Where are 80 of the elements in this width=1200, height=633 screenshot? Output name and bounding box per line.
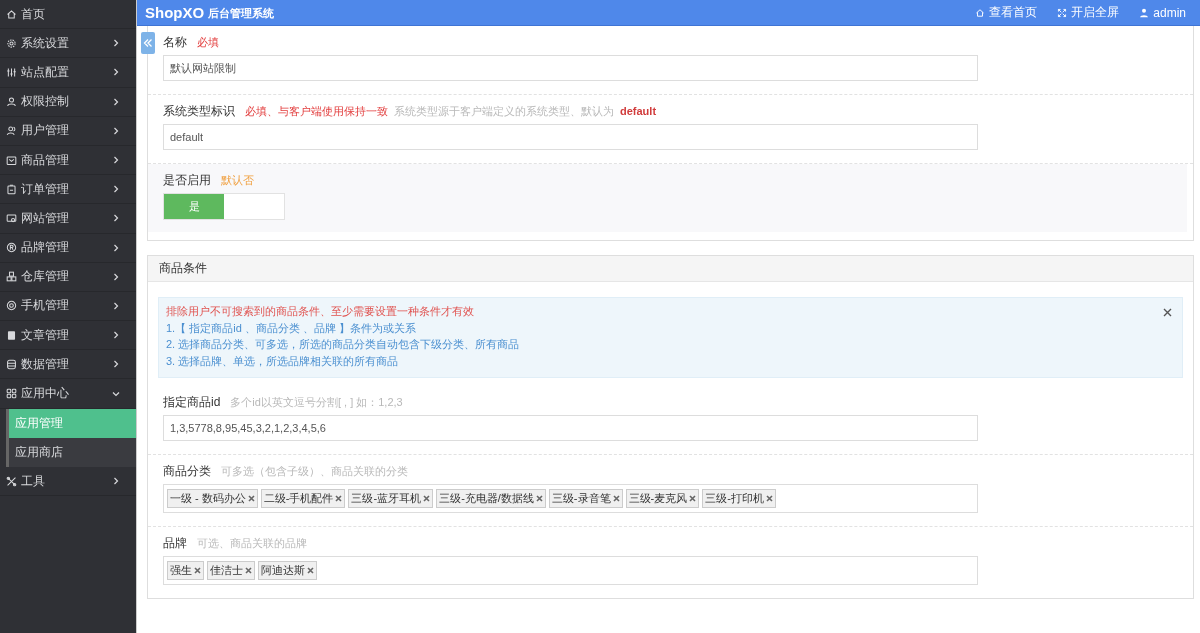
remove-icon[interactable] <box>335 495 343 502</box>
house-icon <box>6 8 17 20</box>
field-note: 可选、商品关联的品牌 <box>197 536 307 551</box>
field-note: 可多选（包含子级）、商品关联的分类 <box>221 464 408 479</box>
remove-icon[interactable] <box>612 495 620 502</box>
chevron-icon <box>112 389 120 398</box>
app-subtitle: 后台管理系统 <box>208 6 275 21</box>
field-label: 商品分类 <box>163 463 211 480</box>
remove-icon[interactable] <box>307 567 314 574</box>
input-field[interactable]: 1,3,5778,8,95,45,3,2,1,2,3,4,5,6 <box>163 415 978 441</box>
tag-chip[interactable]: 一级 - 数码办公 <box>167 489 258 508</box>
person-icon <box>6 96 17 108</box>
tag-select-field[interactable]: 强生 佳洁士 阿迪达斯 <box>163 556 978 585</box>
notice-line: 1.【 指定商品id 、商品分类 、品牌 】条件为或关系 <box>166 320 416 336</box>
field-label: 名称 <box>163 34 187 51</box>
clipboard-icon <box>6 183 17 195</box>
tag-chip[interactable]: 阿迪达斯 <box>258 561 317 580</box>
user-icon <box>1139 7 1150 18</box>
expand-arrows-icon <box>1057 7 1068 18</box>
field-label: 系统类型标识 <box>163 103 235 120</box>
field-label: 是否启用 <box>163 172 211 189</box>
chevron-icon <box>112 214 120 223</box>
chevron-icon <box>112 68 120 77</box>
tag-chip[interactable]: 三级-麦克风 <box>625 489 700 508</box>
close-icon <box>1163 308 1172 317</box>
chevron-icon <box>112 360 120 369</box>
notice-line: 2. 选择商品分类、可多选，所选的商品分类自动包含下级分类、所有商品 <box>166 337 520 352</box>
chevron-icon <box>112 272 120 281</box>
chevron-icon <box>112 39 120 48</box>
input-field[interactable]: 默认网站限制 <box>163 55 978 81</box>
ring-icon <box>6 300 17 312</box>
sidebar-submenu-item[interactable]: 应用商店 <box>9 437 136 467</box>
chevron-icon <box>112 331 120 340</box>
chevron-icon <box>112 477 120 486</box>
tag-chip[interactable]: 三级-录音笔 <box>548 489 623 508</box>
boxes-icon <box>6 271 17 283</box>
input-field[interactable]: default <box>163 124 978 150</box>
people-icon <box>6 125 17 137</box>
chevron-icon <box>112 185 120 194</box>
tag-chip[interactable]: 三级-打印机 <box>702 489 776 508</box>
remove-icon[interactable] <box>245 567 252 574</box>
remove-icon[interactable] <box>765 495 773 502</box>
notice-line: 3. 选择品牌、单选，所选品牌相关联的所有商品 <box>166 353 399 369</box>
chevron-icon <box>112 243 120 252</box>
field-label: 指定商品id <box>163 394 221 411</box>
document-icon <box>6 329 17 341</box>
house-icon <box>975 7 986 18</box>
tray-icon <box>6 154 17 166</box>
remove-icon[interactable] <box>535 495 543 502</box>
remove-icon[interactable] <box>423 495 431 502</box>
remove-icon[interactable] <box>247 495 255 502</box>
remove-icon[interactable] <box>689 495 697 502</box>
remove-icon[interactable] <box>194 567 201 574</box>
chevron-icon <box>112 126 120 135</box>
field-label: 品牌 <box>163 535 187 552</box>
window-icon <box>6 212 17 224</box>
tag-chip[interactable]: 三级-充电器/数据线 <box>436 489 546 508</box>
tools-icon <box>6 475 17 487</box>
field-note: 系统类型源于客户端定义的系统类型、默认为 <box>394 104 614 119</box>
field-note: default <box>620 104 657 119</box>
grid-icon <box>6 388 17 400</box>
field-note: 必填 <box>197 35 219 50</box>
database-icon <box>6 358 17 370</box>
chevron-icon <box>112 97 120 106</box>
gear-icon <box>6 37 17 49</box>
chevron-icon <box>112 301 120 310</box>
tag-chip[interactable]: 二级-手机配件 <box>260 489 346 508</box>
tag-chip[interactable]: 佳洁士 <box>207 561 255 580</box>
tag-chip[interactable]: 三级-蓝牙耳机 <box>348 489 434 508</box>
chevron-icon <box>112 156 120 165</box>
notice-line: 排除用户不可搜索到的商品条件、至少需要设置一种条件才有效 <box>166 304 474 319</box>
tag-select-field[interactable]: 一级 - 数码办公 二级-手机配件 三级-蓝牙耳机 三级-充电器/数据线 三级-录音笔 三级-麦克风 三级-打印机 <box>163 484 978 513</box>
sliders-icon <box>6 66 17 78</box>
field-note: 必填、与客户端使用保持一致 <box>245 104 388 119</box>
panel-title: 商品条件 <box>148 256 1193 282</box>
tag-chip[interactable]: 强生 <box>167 561 204 580</box>
circle-badge-icon <box>6 242 17 254</box>
app-logo: ShopXO <box>145 4 205 21</box>
double-chevron-icon <box>143 38 153 48</box>
field-note: 默认否 <box>221 173 254 188</box>
